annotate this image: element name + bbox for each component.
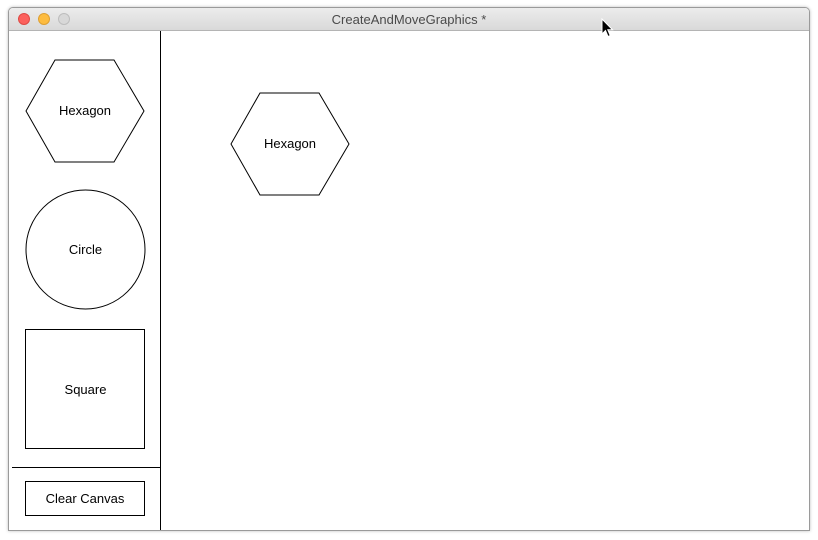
palette-divider — [12, 467, 161, 468]
palette-hexagon[interactable]: Hexagon — [25, 59, 145, 163]
palette-square[interactable]: Square — [25, 329, 146, 450]
canvas-hexagon-label: Hexagon — [263, 136, 317, 151]
palette-circle[interactable]: Circle — [25, 189, 146, 310]
palette-square-label: Square — [64, 382, 107, 397]
drawing-canvas[interactable]: Hexagon — [161, 31, 809, 530]
window-title: CreateAndMoveGraphics * — [331, 12, 487, 27]
canvas-hexagon[interactable]: Hexagon — [230, 92, 350, 196]
shape-palette: Hexagon Circle Square Clear Canvas — [9, 31, 161, 530]
mouse-cursor-icon — [601, 17, 615, 43]
clear-canvas-button[interactable]: Clear Canvas — [25, 481, 145, 516]
palette-hexagon-label: Hexagon — [58, 103, 112, 118]
window-content: Hexagon Circle Square Clear Canvas Hexag… — [9, 31, 809, 530]
app-window: CreateAndMoveGraphics * Hexagon Circle S… — [8, 7, 810, 531]
palette-circle-label: Circle — [68, 242, 103, 257]
title-bar[interactable]: CreateAndMoveGraphics * — [9, 8, 809, 31]
